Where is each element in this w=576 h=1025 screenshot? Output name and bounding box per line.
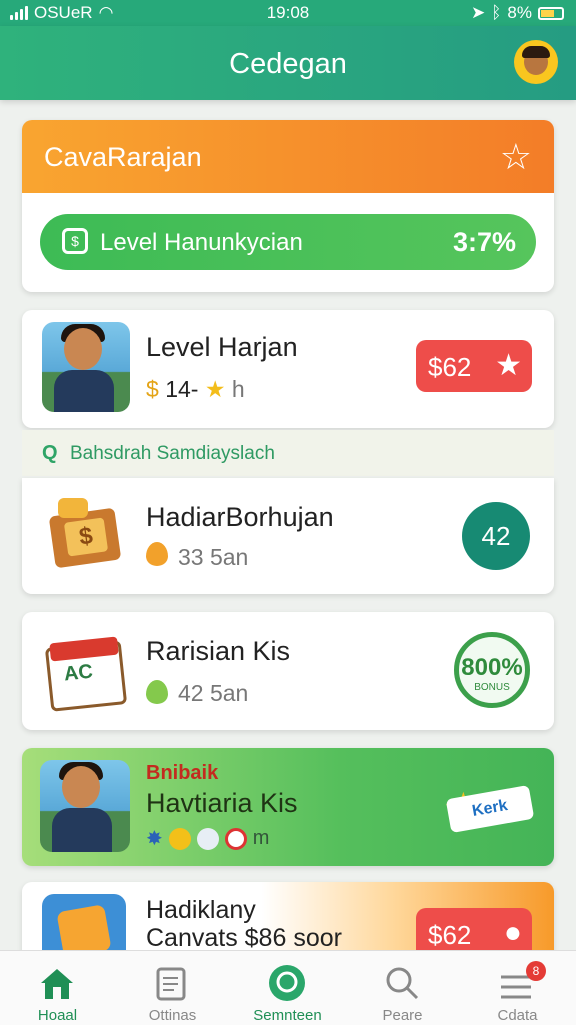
star-icon[interactable]: ☆ bbox=[500, 136, 532, 178]
small-star-icon: ★ bbox=[204, 376, 226, 402]
status-bar: OSUeR ◠ 19:08 ➤ ᛒ 8% bbox=[0, 0, 576, 26]
row-sub-unit: h bbox=[231, 376, 245, 402]
section-label: Bahsdrah Samdiayslach bbox=[70, 443, 275, 464]
target-icon bbox=[224, 827, 247, 850]
promo-card[interactable]: Bnibaik Havtiaria Kis ✸ m ★ Kerk bbox=[22, 748, 554, 866]
bonus-stamp-value: 800% bbox=[461, 654, 523, 681]
bluetooth-icon: ᛒ bbox=[491, 3, 502, 22]
thumbnail-body bbox=[52, 808, 112, 852]
home-icon bbox=[41, 969, 73, 999]
battery-percent: 8% bbox=[507, 3, 532, 22]
row-title: Level Harjan bbox=[146, 332, 298, 362]
blue-star-icon: ✸ bbox=[146, 828, 163, 850]
tab-label: Peare bbox=[382, 1007, 423, 1024]
row-sub-value: 14- bbox=[165, 376, 199, 402]
tab-label: Semnteen bbox=[253, 1007, 322, 1024]
character-thumbnail bbox=[40, 760, 130, 852]
location-icon: ➤ bbox=[470, 3, 486, 22]
calendar-icon: AC bbox=[42, 632, 128, 712]
status-right: ➤ ᛒ 8% bbox=[471, 3, 564, 23]
badge-star-icon: ★ bbox=[495, 349, 522, 382]
price-badge-label: $62 bbox=[428, 920, 472, 950]
character-thumbnail bbox=[42, 322, 130, 412]
tab-chat[interactable]: Semnteen bbox=[230, 951, 345, 1025]
app-header: Cedegan bbox=[0, 26, 576, 100]
thumbnail-body bbox=[54, 370, 114, 412]
chat-bubble-icon: ● bbox=[503, 916, 522, 949]
row-title: HadiarBorhujan bbox=[146, 502, 334, 532]
promo-kicker: Bnibaik bbox=[146, 762, 219, 784]
hero-card[interactable]: CavaRarajan ☆ $ Level Hanunkycian 3:7% bbox=[22, 120, 554, 292]
chat-icon bbox=[269, 965, 305, 1001]
thumbnail-head bbox=[64, 328, 102, 370]
tab-search[interactable]: Peare bbox=[345, 951, 460, 1025]
list-item-rarisian[interactable]: AC Rarisian Kis 42 5an 800% BONUS bbox=[22, 612, 554, 730]
list-item-hadiar[interactable]: $ HadiarBorhujan 33 5an 42 bbox=[22, 478, 554, 594]
row-subtitle: $ 14- ★ h bbox=[146, 376, 245, 403]
avatar-hair bbox=[522, 46, 550, 58]
promo-trail: m bbox=[252, 827, 270, 849]
tab-menu[interactable]: 8 Cdata bbox=[460, 951, 575, 1025]
row-title: Hadiklany bbox=[146, 896, 256, 924]
section-header: Q Bahsdrah Samdiayslach bbox=[22, 430, 554, 476]
tab-home[interactable]: Hoaal bbox=[0, 951, 115, 1025]
fire-drop-icon bbox=[146, 542, 168, 566]
search-icon: Q bbox=[42, 442, 58, 464]
price-badge-label: $62 bbox=[428, 352, 472, 382]
tab-label: Hoaal bbox=[37, 1007, 78, 1024]
cloud-icon bbox=[196, 827, 219, 850]
promo-title: Havtiaria Kis bbox=[146, 788, 298, 818]
thumbnail-head bbox=[62, 766, 100, 808]
hero-band: CavaRarajan ☆ bbox=[22, 120, 554, 193]
battery-icon bbox=[538, 6, 564, 20]
row-subtitle: Canvats $86 soor bbox=[146, 924, 342, 952]
level-progress-value: 3:7% bbox=[452, 227, 516, 257]
money-box-icon: $ bbox=[42, 498, 124, 570]
list-item-level-harjan[interactable]: Level Harjan $ 14- ★ h $62 ★ bbox=[22, 310, 554, 428]
price-badge[interactable]: $62 ★ bbox=[416, 340, 532, 392]
coin-icon bbox=[168, 827, 191, 850]
search-icon bbox=[386, 967, 419, 1000]
count-badge[interactable]: 42 bbox=[462, 502, 530, 570]
level-progress-pill[interactable]: $ Level Hanunkycian 3:7% bbox=[40, 214, 536, 270]
promo-icons: ✸ m bbox=[146, 826, 269, 851]
notification-badge: 8 bbox=[526, 961, 546, 981]
bonus-stamp[interactable]: 800% BONUS bbox=[454, 632, 530, 708]
leaf-drop-icon bbox=[146, 680, 168, 704]
bottom-tab-bar: Hoaal Ottinas Semnteen Peare 8 Cdata bbox=[0, 950, 576, 1025]
tab-label: Cdata bbox=[497, 1007, 538, 1024]
avatar[interactable] bbox=[514, 40, 558, 84]
row-subtitle: 42 5an bbox=[178, 680, 249, 706]
tab-label: Ottinas bbox=[148, 1007, 197, 1024]
page-title: Cedegan bbox=[229, 48, 347, 80]
notes-icon bbox=[156, 967, 186, 1001]
bonus-stamp-label: BONUS bbox=[474, 682, 510, 693]
coin-icon: $ bbox=[146, 376, 159, 402]
level-progress-label: Level Hanunkycian bbox=[100, 229, 303, 256]
hero-title: CavaRarajan bbox=[44, 142, 202, 172]
level-icon: $ bbox=[62, 228, 88, 254]
row-title: Rarisian Kis bbox=[146, 636, 291, 666]
tab-notes[interactable]: Ottinas bbox=[115, 951, 230, 1025]
row-subtitle: 33 5an bbox=[178, 544, 249, 570]
